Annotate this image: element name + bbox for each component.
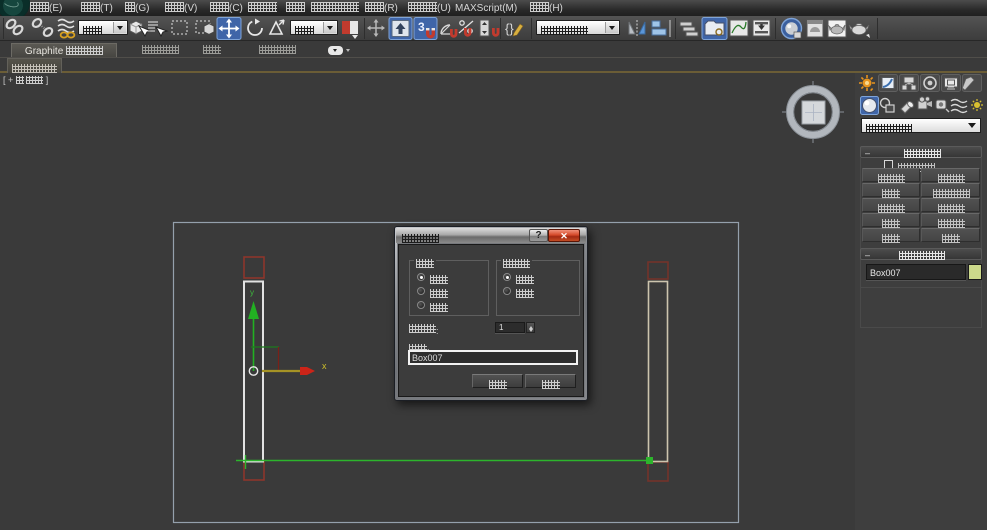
svg-text:x: x	[322, 361, 327, 371]
svg-text:3: 3	[418, 20, 425, 34]
svg-text:y: y	[250, 288, 254, 297]
svg-text:{}: {}	[505, 21, 514, 36]
